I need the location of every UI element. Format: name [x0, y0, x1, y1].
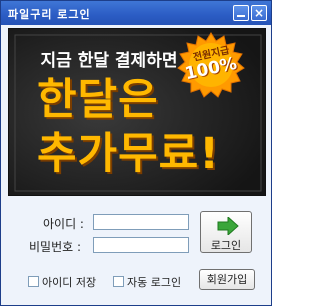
password-input[interactable]: [93, 237, 189, 253]
signup-button[interactable]: 회원가입: [199, 269, 255, 290]
id-label: 아이디 :: [43, 217, 84, 231]
title-bar[interactable]: 파일구리 로그인 ×: [1, 1, 271, 25]
banner-title-line1: 한달은: [37, 75, 159, 125]
password-label: 비밀번호 :: [29, 240, 82, 254]
save-id-checkbox[interactable]: [28, 276, 39, 287]
login-button[interactable]: 로그인: [200, 211, 252, 253]
auto-login-label[interactable]: 자동 로그인: [127, 274, 181, 290]
login-button-label: 로그인: [210, 239, 242, 252]
close-icon: ×: [253, 6, 265, 20]
close-button[interactable]: ×: [251, 5, 267, 21]
auto-login-checkbox[interactable]: [113, 276, 124, 287]
minimize-button[interactable]: [233, 5, 249, 21]
window-title: 파일구리 로그인: [8, 8, 91, 21]
arrow-right-icon: [217, 217, 239, 235]
login-window: 파일구리 로그인 × 지금 한달 결제하면 한달은 추가무료! 전원지급 100…: [0, 0, 272, 306]
save-id-label[interactable]: 아이디 저장: [42, 274, 96, 290]
banner-title-line2: 추가무료!: [37, 129, 220, 179]
id-input[interactable]: [93, 214, 189, 230]
